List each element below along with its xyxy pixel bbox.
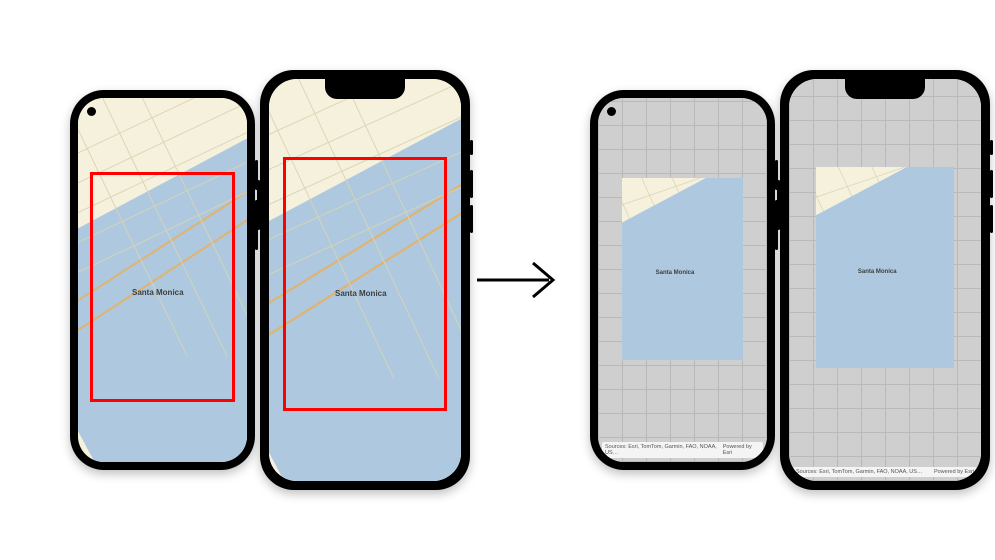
phone-screen: Santa Monica: [78, 98, 247, 462]
notch-icon: [325, 79, 405, 99]
phone-android-right: Santa Monica Sources: Esri, TomTom, Garm…: [590, 90, 775, 470]
map-attribution: Sources: Esri, TomTom, Garmin, FAO, NOAA…: [793, 467, 977, 477]
attribution-sources: Sources: Esri, TomTom, Garmin, FAO, NOAA…: [605, 444, 723, 456]
iphone-button: [990, 170, 993, 198]
phone-screen: Santa Monica Sources: Esri, TomTom, Garm…: [789, 79, 981, 481]
iphone-button: [470, 140, 473, 155]
phone-screen: Santa Monica: [269, 79, 461, 481]
attribution-powered: Powered by Esri: [934, 469, 974, 475]
iphone-button: [470, 205, 473, 233]
arrow-icon: [475, 255, 565, 305]
map-place-label: Santa Monica: [858, 269, 897, 275]
map-view[interactable]: Santa Monica: [78, 98, 247, 462]
map-roads-icon: [622, 178, 744, 360]
notch-icon: [845, 79, 925, 99]
phone-iphone-left: Santa Monica: [260, 70, 470, 490]
map-place-label: Santa Monica: [656, 270, 695, 276]
iphone-button: [990, 205, 993, 233]
highlight-rectangle: [283, 157, 447, 411]
camera-punchhole-icon: [87, 107, 96, 116]
map-view-inset[interactable]: Santa Monica: [622, 178, 744, 360]
phone-android-left: Santa Monica: [70, 90, 255, 470]
attribution-powered: Powered by Esri: [723, 444, 760, 456]
phone-iphone-right: Santa Monica Sources: Esri, TomTom, Garm…: [780, 70, 990, 490]
map-roads-icon: [816, 167, 954, 365]
phone-screen: Santa Monica Sources: Esri, TomTom, Garm…: [598, 98, 767, 462]
camera-punchhole-icon: [607, 107, 616, 116]
iphone-button: [470, 170, 473, 198]
iphone-button: [777, 180, 780, 230]
iphone-button: [990, 140, 993, 155]
map-view[interactable]: Santa Monica: [269, 79, 461, 481]
figure-stage: Santa Monica: [0, 0, 995, 560]
attribution-sources: Sources: Esri, TomTom, Garmin, FAO, NOAA…: [796, 469, 922, 475]
map-view-inset[interactable]: Santa Monica: [816, 167, 954, 368]
highlight-rectangle: [90, 172, 235, 402]
map-attribution: Sources: Esri, TomTom, Garmin, FAO, NOAA…: [602, 442, 763, 458]
iphone-button: [257, 180, 260, 230]
